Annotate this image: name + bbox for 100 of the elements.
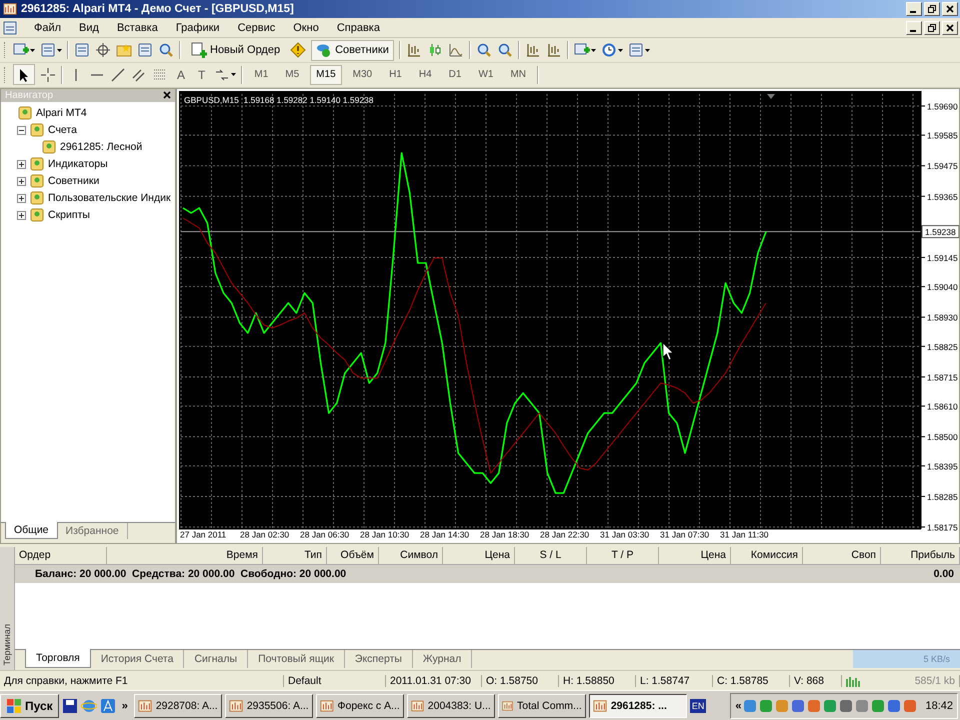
panel-tab[interactable]: Избранное (58, 522, 128, 539)
column-header[interactable]: S / L (515, 546, 587, 564)
restore-button[interactable] (924, 2, 940, 16)
navigator-item[interactable]: Советники (48, 175, 100, 188)
trend-line-icon[interactable] (110, 66, 126, 83)
taskbar-button[interactable]: 2004383: U... (406, 694, 495, 718)
warning-icon[interactable] (290, 42, 306, 58)
chart-shift-icon[interactable] (546, 42, 562, 58)
text-tool[interactable]: A (173, 68, 190, 82)
template-icon[interactable] (628, 42, 644, 58)
dropdown-arrow-icon[interactable] (644, 48, 650, 52)
timeframe-button[interactable]: M5 (279, 64, 306, 85)
column-header[interactable]: Ордер (15, 546, 107, 564)
document-icon[interactable] (2, 20, 18, 36)
terminal-tab[interactable]: Торговля (25, 648, 91, 668)
menu-item[interactable]: Файл (26, 22, 70, 34)
zoom-out-icon[interactable] (496, 42, 513, 58)
panel-tab[interactable]: Общие (5, 522, 58, 539)
menu-item[interactable]: Окно (285, 22, 327, 34)
column-header[interactable]: Символ (379, 546, 443, 564)
window-title: 2961285: Alpari MT4 - Демо Счет - [GBPUSD,M15] (21, 2, 294, 15)
market-watch-icon[interactable] (74, 42, 90, 58)
timeframe-button[interactable]: M30 (346, 64, 378, 85)
navigator-item[interactable]: Счета (48, 124, 77, 136)
menu-item[interactable]: Вставка (108, 22, 166, 34)
timeframe-button[interactable]: MN (504, 64, 532, 85)
dropdown-arrow-icon[interactable] (57, 48, 62, 52)
dropdown-arrow-icon[interactable] (590, 48, 596, 52)
column-header[interactable]: Своп (803, 546, 881, 564)
menu-item[interactable]: Сервис (230, 22, 284, 34)
navigator-item[interactable]: Индикаторы (48, 158, 108, 170)
taskbar-button[interactable]: Форекс с А... (316, 694, 404, 718)
crosshair-icon[interactable] (40, 66, 56, 83)
taskbar-button[interactable]: 2935506: A... (224, 694, 313, 718)
column-header[interactable]: Тип (263, 546, 327, 564)
timeframe-button[interactable]: M15 (310, 64, 342, 85)
channel-icon[interactable] (131, 66, 147, 83)
navigator-item[interactable]: Пользовательские Индик (48, 192, 171, 204)
taskbar-button[interactable]: 2961285: ... (588, 694, 687, 718)
clock-icon[interactable] (600, 42, 617, 58)
line-chart-icon[interactable] (448, 42, 464, 58)
expand-icon[interactable] (17, 160, 26, 169)
crosshair-icon[interactable] (95, 42, 111, 58)
menu-item[interactable]: Графики (168, 22, 228, 34)
expand-icon[interactable] (17, 210, 26, 220)
new-order-button[interactable]: Новый Ордер (186, 40, 286, 61)
text-label-tool[interactable]: T (194, 68, 210, 82)
dropdown-arrow-icon[interactable] (231, 73, 236, 76)
expand-icon[interactable] (17, 194, 26, 203)
navigator-item[interactable]: 2961285: Лесной (60, 141, 142, 154)
start-button[interactable]: Пуск (0, 694, 59, 718)
navigator-item[interactable]: Alpari MT4 (36, 107, 87, 120)
zoom-in-icon[interactable] (476, 42, 492, 58)
shift-marker-icon[interactable] (767, 94, 775, 99)
column-header[interactable]: Цена (659, 546, 731, 564)
restore-button[interactable] (924, 20, 940, 35)
column-header[interactable]: Цена (443, 546, 515, 564)
cursor-tool[interactable] (13, 64, 35, 86)
tray-toggle[interactable]: « (735, 700, 742, 712)
folder-star-icon[interactable] (116, 42, 132, 58)
column-header[interactable]: Комиссия (731, 546, 803, 564)
auto-scroll-icon[interactable] (524, 42, 541, 58)
terminal-tab[interactable]: История Счета (90, 650, 184, 668)
column-header[interactable]: Время (107, 546, 263, 564)
minimize-button[interactable] (906, 20, 922, 35)
taskbar-button[interactable]: Total Comm... (498, 694, 586, 718)
show-more-button[interactable]: » (118, 700, 131, 712)
expand-icon[interactable] (17, 176, 26, 186)
language-indicator[interactable]: EN (690, 698, 706, 713)
timeframe-button[interactable]: D1 (442, 64, 468, 85)
dropdown-arrow-icon[interactable] (618, 48, 623, 52)
menu-item[interactable]: Вид (71, 22, 107, 34)
close-button[interactable] (942, 20, 958, 35)
column-header[interactable]: Объём (327, 546, 379, 564)
terminal-tab[interactable]: Журнал (412, 650, 472, 668)
timeframe-button[interactable]: M1 (248, 64, 274, 85)
magnifier-icon[interactable] (158, 42, 174, 58)
x-axis-label: 31 Jan 07:30 (660, 529, 710, 540)
column-header[interactable]: Прибыль (881, 546, 960, 564)
profiles-icon[interactable] (40, 42, 56, 58)
minimize-button[interactable] (906, 2, 922, 16)
terminal-tab[interactable]: Почтовый ящик (248, 650, 345, 668)
experts-button[interactable]: Советники (311, 40, 394, 61)
navigator-item[interactable]: Скрипты (48, 209, 90, 222)
arrows-icon[interactable] (214, 66, 230, 83)
column-header[interactable]: T / P (587, 546, 659, 564)
close-button[interactable] (942, 2, 958, 16)
bar-chart-icon[interactable] (406, 42, 422, 58)
menu-item[interactable]: Справка (328, 22, 388, 34)
terminal-tab[interactable]: Эксперты (344, 650, 413, 668)
timeframe-button[interactable]: H1 (383, 64, 408, 85)
timeframe-button[interactable]: H4 (412, 64, 438, 85)
taskbar-button[interactable]: 2928708: A... (134, 694, 222, 718)
terminal-tab[interactable]: Сигналы (184, 650, 248, 668)
app-store-icon[interactable] (100, 698, 116, 714)
timeframe-button[interactable]: W1 (472, 64, 500, 85)
close-icon[interactable] (163, 91, 171, 100)
dropdown-arrow-icon[interactable] (30, 48, 35, 52)
collapse-icon[interactable] (17, 126, 26, 135)
terminal-window-icon[interactable] (137, 42, 153, 58)
